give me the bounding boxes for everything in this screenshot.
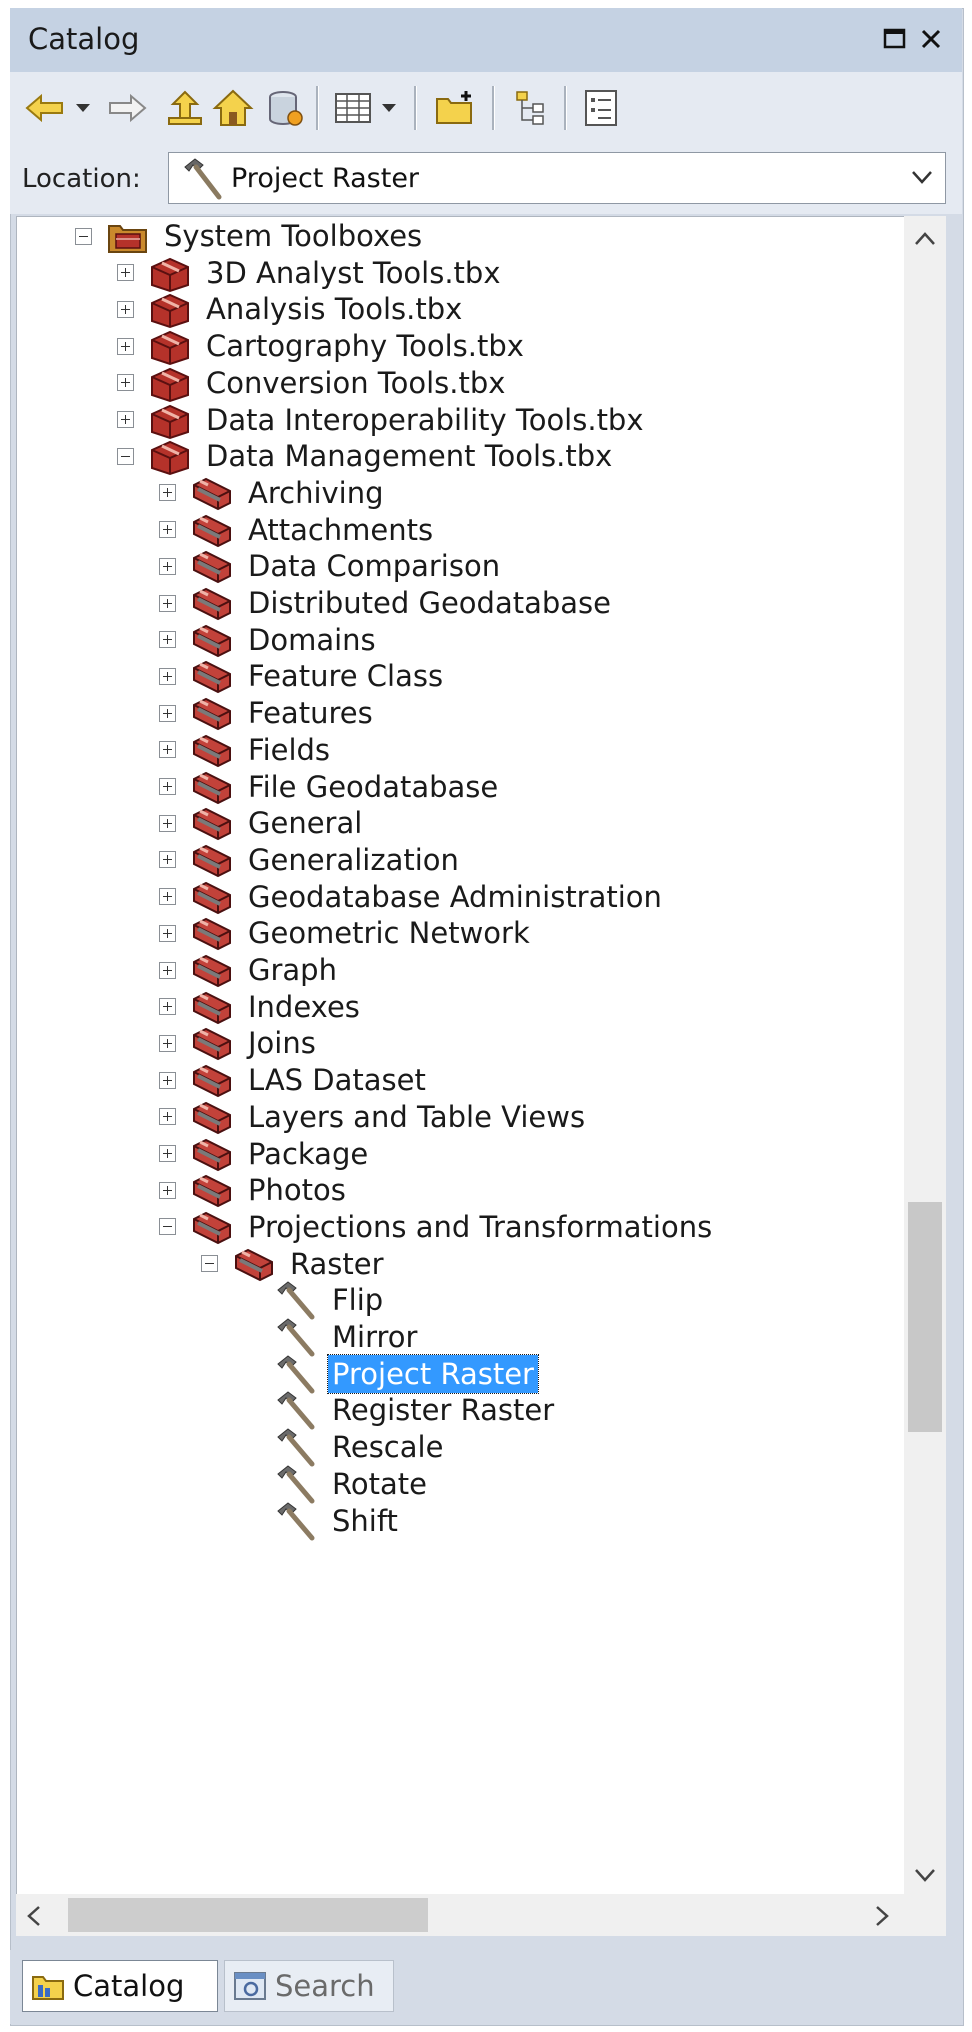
expand-icon[interactable]: [159, 888, 176, 906]
home-button[interactable]: [208, 82, 258, 134]
expand-icon[interactable]: [117, 374, 134, 392]
close-button[interactable]: [914, 22, 948, 56]
new-folder-icon: [436, 91, 472, 124]
vertical-scrollbar[interactable]: [904, 216, 946, 1894]
collapse-icon[interactable]: [159, 1218, 176, 1236]
expand-icon[interactable]: [159, 998, 176, 1016]
expand-icon[interactable]: [159, 594, 176, 612]
home-icon: [212, 89, 254, 126]
collapse-icon[interactable]: [75, 227, 92, 245]
tree-view-icon: [516, 91, 544, 125]
window-title: Catalog: [28, 22, 140, 56]
location-bar: Location: Project Raster: [10, 146, 962, 214]
tool-item[interactable]: Shift: [243, 1498, 402, 1544]
maximize-button[interactable]: [878, 22, 912, 56]
expand-icon[interactable]: [159, 924, 176, 942]
expand-icon[interactable]: [159, 778, 176, 795]
expand-icon[interactable]: [159, 1181, 176, 1199]
scroll-down-icon[interactable]: [914, 1860, 936, 1890]
expand-icon[interactable]: [159, 1145, 176, 1162]
view-options-button[interactable]: [328, 82, 378, 134]
view-dropdown-button[interactable]: [374, 82, 404, 134]
properties-button[interactable]: [576, 82, 626, 134]
dropdown-arrow-icon: [382, 104, 396, 112]
scroll-up-icon[interactable]: [914, 224, 936, 254]
hammer-icon: [179, 157, 223, 205]
expand-icon[interactable]: [159, 667, 176, 685]
scroll-left-icon[interactable]: [26, 1904, 42, 1934]
collapse-icon[interactable]: [201, 1255, 218, 1273]
scroll-right-icon[interactable]: [874, 1904, 890, 1934]
dock-tabs: Catalog Search: [10, 1950, 962, 2024]
vertical-scroll-thumb[interactable]: [908, 1202, 942, 1432]
forward-arrow-icon: [109, 93, 147, 123]
catalog-tree[interactable]: System Toolboxes 3D Analyst Tools.tbx Anal…: [16, 216, 905, 1895]
new-folder-button[interactable]: [430, 82, 480, 134]
up-one-level-button[interactable]: [160, 82, 210, 134]
toggle-contents-button[interactable]: [508, 82, 558, 134]
expand-icon[interactable]: [159, 704, 176, 722]
catalog-icon: [31, 1969, 67, 2003]
expand-icon[interactable]: [159, 484, 176, 502]
up-level-icon: [168, 90, 202, 125]
expand-icon[interactable]: [159, 1071, 176, 1089]
location-value: Project Raster: [231, 163, 420, 194]
expand-icon[interactable]: [159, 1034, 176, 1052]
expand-icon[interactable]: [117, 411, 134, 428]
close-icon: [921, 29, 941, 49]
chevron-down-icon[interactable]: [911, 167, 933, 191]
collapse-icon[interactable]: [117, 447, 134, 465]
horizontal-scrollbar[interactable]: [16, 1894, 904, 1936]
expand-icon[interactable]: [159, 557, 176, 575]
back-arrow-icon: [25, 93, 63, 123]
search-window-icon: [233, 1969, 269, 2003]
connect-folder-button[interactable]: [260, 82, 310, 134]
location-combobox[interactable]: Project Raster: [168, 152, 946, 204]
expand-icon[interactable]: [159, 851, 176, 869]
table-view-icon: [335, 93, 371, 123]
list-details-icon: [585, 90, 617, 126]
scrollbar-corner: [904, 1894, 946, 1936]
tab-catalog[interactable]: Catalog: [22, 1960, 218, 2012]
database-connect-icon: [269, 91, 303, 126]
dropdown-arrow-icon: [76, 104, 90, 112]
expand-icon[interactable]: [117, 264, 134, 282]
catalog-toolbar: [10, 72, 962, 146]
expand-icon[interactable]: [159, 814, 176, 832]
expand-icon[interactable]: [159, 741, 176, 759]
title-bar: Catalog: [10, 8, 962, 72]
expand-icon[interactable]: [159, 1108, 176, 1126]
expand-icon[interactable]: [159, 631, 176, 649]
tree-node-label: Shift: [332, 1503, 398, 1538]
tab-search-label: Search: [275, 1969, 375, 2003]
horizontal-scroll-thumb[interactable]: [68, 1898, 428, 1932]
back-dropdown-button[interactable]: [68, 82, 98, 134]
hammer-icon: [274, 1501, 318, 1541]
maximize-icon: [883, 28, 906, 49]
tab-search[interactable]: Search: [224, 1960, 394, 2012]
expand-icon[interactable]: [117, 300, 134, 318]
location-label: Location:: [22, 164, 141, 194]
tab-catalog-label: Catalog: [73, 1969, 185, 2003]
forward-button[interactable]: [102, 82, 152, 134]
back-button[interactable]: [20, 82, 70, 134]
expand-icon[interactable]: [159, 521, 176, 539]
expand-icon[interactable]: [117, 337, 134, 355]
expand-icon[interactable]: [159, 961, 176, 979]
